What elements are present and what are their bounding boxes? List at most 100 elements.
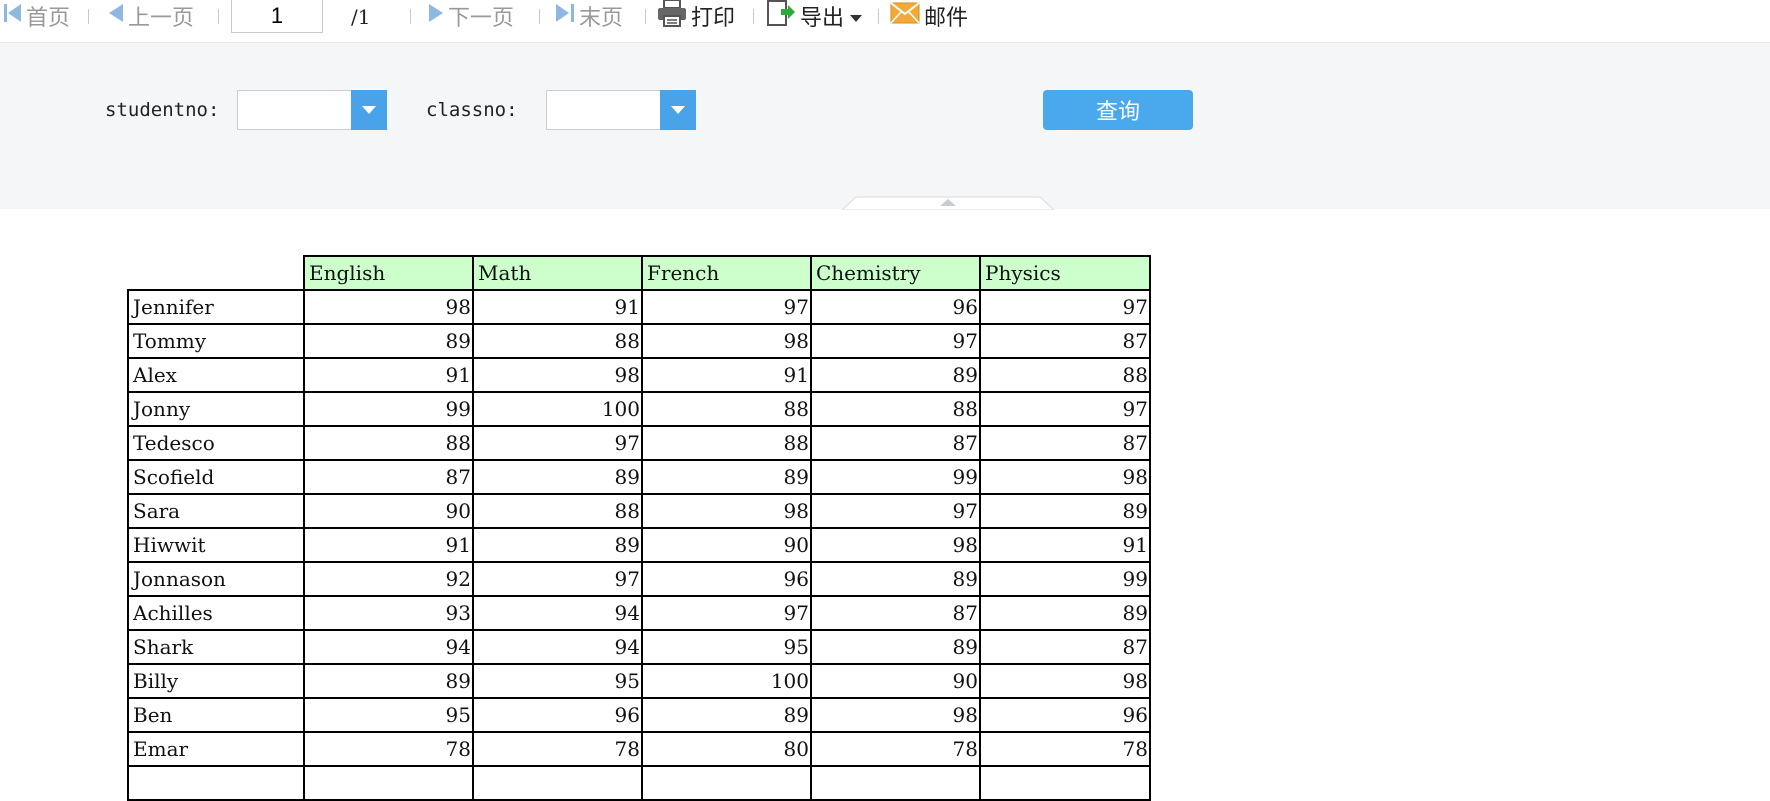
column-header: Math	[472, 255, 643, 291]
classno-label: classno:	[426, 99, 518, 121]
parameter-panel: studentno: classno:	[0, 43, 1770, 209]
score-cell: 90	[303, 493, 474, 529]
student-name-cell: Hiwwit	[127, 527, 305, 563]
table-row: Jennifer 98 91 97 96 97	[127, 289, 1151, 325]
classno-dropdown-icon[interactable]	[660, 90, 696, 130]
student-name-cell: Shark	[127, 629, 305, 665]
score-cell: 89	[472, 527, 643, 563]
score-cell: 97	[979, 391, 1151, 427]
score-cell: 88	[472, 493, 643, 529]
toolbar-separator	[88, 9, 89, 24]
score-cell: 98	[641, 493, 812, 529]
score-cell: 88	[641, 391, 812, 427]
column-header: English	[303, 255, 474, 291]
toolbar-separator	[645, 9, 646, 24]
score-cell: 90	[810, 663, 981, 699]
collapse-panel-handle[interactable]	[840, 195, 1056, 211]
score-cell: 78	[810, 731, 981, 767]
next-page-label: 下一页	[448, 6, 515, 31]
student-name-cell: Billy	[127, 663, 305, 699]
export-button[interactable]: 导出	[766, 0, 866, 32]
page-number-input[interactable]	[231, 0, 323, 33]
score-cell: 80	[641, 731, 812, 767]
score-cell: 97	[810, 493, 981, 529]
table-row: Ben 95 96 89 98 96	[127, 697, 1151, 733]
table-header-row: English Math French Chemistry Physics	[128, 255, 1151, 291]
toolbar-separator	[753, 9, 754, 24]
studentno-dropdown-icon[interactable]	[351, 90, 387, 130]
score-cell: 78	[979, 731, 1151, 767]
table-row: Scofield 87 89 89 99 98	[127, 459, 1151, 495]
last-page-button[interactable]: 末页	[555, 0, 623, 32]
score-cell: 89	[810, 561, 981, 597]
empty-cell	[472, 765, 643, 801]
table-row: Jonnason 92 97 96 89 99	[127, 561, 1151, 597]
student-name-cell: Jennifer	[127, 289, 305, 325]
score-cell: 87	[979, 629, 1151, 665]
score-cell: 100	[472, 391, 643, 427]
last-page-label: 末页	[579, 6, 624, 31]
score-cell: 97	[472, 561, 643, 597]
score-cell: 91	[472, 289, 643, 325]
mail-button[interactable]: 邮件	[890, 0, 968, 32]
studentno-combobox[interactable]	[237, 90, 387, 130]
score-cell: 95	[641, 629, 812, 665]
student-name-cell: Alex	[127, 357, 305, 393]
student-name-cell: Scofield	[127, 459, 305, 495]
table-row	[127, 765, 1151, 801]
score-cell: 89	[810, 357, 981, 393]
print-button[interactable]: 打印	[657, 0, 735, 32]
student-name-cell: Ben	[127, 697, 305, 733]
score-cell: 96	[810, 289, 981, 325]
prev-page-icon	[108, 3, 124, 29]
score-cell: 95	[472, 663, 643, 699]
page-total: /1	[351, 5, 371, 29]
score-cell: 88	[472, 323, 643, 359]
query-button[interactable]: 查询	[1043, 90, 1193, 130]
empty-cell	[303, 765, 474, 801]
collapse-up-icon	[840, 196, 1056, 211]
table-row: Jonny 99 100 88 88 97	[127, 391, 1151, 427]
score-cell: 95	[303, 697, 474, 733]
score-cell: 88	[641, 425, 812, 461]
next-page-button[interactable]: 下一页	[428, 0, 514, 32]
student-name-cell: Jonny	[127, 391, 305, 427]
table-row: Emar 78 78 80 78 78	[127, 731, 1151, 767]
export-icon	[766, 0, 796, 34]
column-header: Chemistry	[810, 255, 981, 291]
empty-cell	[810, 765, 981, 801]
score-cell: 87	[303, 459, 474, 495]
studentno-input[interactable]	[238, 91, 352, 129]
score-cell: 90	[641, 527, 812, 563]
classno-input[interactable]	[547, 91, 661, 129]
score-cell: 94	[303, 629, 474, 665]
score-cell: 87	[979, 425, 1151, 461]
score-cell: 87	[810, 425, 981, 461]
column-header: French	[641, 255, 812, 291]
toolbar-separator	[218, 9, 219, 24]
score-cell: 87	[979, 323, 1151, 359]
score-cell: 91	[641, 357, 812, 393]
score-cell: 97	[810, 323, 981, 359]
score-cell: 98	[303, 289, 474, 325]
score-cell: 96	[979, 697, 1151, 733]
score-cell: 98	[472, 357, 643, 393]
table-row: Tedesco 88 97 88 87 87	[127, 425, 1151, 461]
table-row: Hiwwit 91 89 90 98 91	[127, 527, 1151, 563]
score-cell: 97	[641, 289, 812, 325]
score-cell: 98	[810, 527, 981, 563]
score-cell: 99	[810, 459, 981, 495]
mail-label: 邮件	[924, 6, 969, 31]
table-row: Billy 89 95 100 90 98	[127, 663, 1151, 699]
score-cell: 100	[641, 663, 812, 699]
classno-combobox[interactable]	[546, 90, 696, 130]
score-cell: 98	[979, 459, 1151, 495]
first-page-button[interactable]: 首页	[4, 0, 70, 32]
score-cell: 96	[641, 561, 812, 597]
score-cell: 78	[303, 731, 474, 767]
prev-page-button[interactable]: 上一页	[108, 0, 194, 32]
score-cell: 92	[303, 561, 474, 597]
student-name-cell: Tommy	[127, 323, 305, 359]
score-cell: 98	[810, 697, 981, 733]
score-cell: 98	[641, 323, 812, 359]
